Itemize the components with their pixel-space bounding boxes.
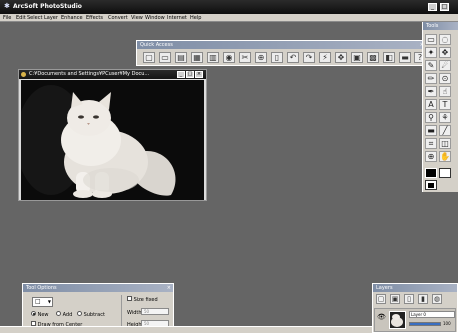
smudge-tool-icon[interactable]: ☝ [439, 86, 451, 97]
tools-header[interactable]: Tools [423, 22, 458, 30]
pencil-tool-icon[interactable]: ✏ [425, 73, 437, 84]
dropper-tool-icon[interactable]: ⚲ [425, 112, 437, 123]
document-icon [21, 72, 26, 77]
menu-file[interactable]: File [3, 14, 11, 22]
visibility-icon[interactable]: 👁 [377, 313, 386, 321]
status-bar [0, 326, 372, 333]
width-field[interactable]: 50 [141, 308, 169, 315]
save-icon[interactable]: ▤ [175, 52, 187, 63]
resize-icon[interactable]: ✥ [335, 52, 347, 63]
mode-subtract-radio[interactable]: Subtract [77, 311, 105, 318]
airbrush-tool-icon[interactable]: ☄ [439, 60, 451, 71]
document-window: C:¥Documents and Settings¥PCuser¥My Docu… [18, 69, 207, 201]
web-icon[interactable]: ◧ [383, 52, 395, 63]
app-title: ArcSoft PhotoStudio [13, 3, 82, 10]
undo-icon[interactable]: ↶ [287, 52, 299, 63]
slideshow-icon[interactable]: ▣ [351, 52, 363, 63]
magic-wand-tool-icon[interactable]: ✦ [425, 47, 437, 58]
cut-icon[interactable]: ✂ [239, 52, 251, 63]
document-minimize-button[interactable]: _ [177, 71, 185, 78]
layer-row[interactable]: 👁 Layer 0 100 [374, 308, 456, 332]
eraser-tool-icon[interactable]: ◫ [439, 138, 451, 149]
pen-tool-icon[interactable]: ✒ [425, 86, 437, 97]
menu-window[interactable]: Window [145, 14, 165, 22]
menu-enhance[interactable]: Enhance [61, 14, 83, 22]
menu-help[interactable]: Help [190, 14, 201, 22]
tool-options-title: Tool Options [26, 285, 57, 291]
email-icon[interactable]: ◉ [223, 52, 235, 63]
color-reset-inner [428, 183, 434, 188]
tool-options-close-button[interactable]: × [167, 284, 171, 292]
menu-effects[interactable]: Effects [86, 14, 103, 22]
new-layer-icon[interactable]: ▢ [376, 294, 386, 304]
opacity-value: 100 [443, 321, 451, 326]
marquee-tool-icon[interactable]: ▭ [425, 34, 437, 45]
fill-tool-icon[interactable]: ⚘ [439, 112, 451, 123]
new-icon[interactable]: ▢ [143, 52, 155, 63]
gallery-icon[interactable]: ▩ [367, 52, 379, 63]
document-title: C:¥Documents and Settings¥PCuser¥My Docu… [29, 71, 150, 77]
menu-select[interactable]: Select [27, 14, 42, 22]
foreground-color-swatch[interactable] [425, 168, 437, 178]
lasso-tool-icon[interactable]: ◌ [439, 34, 451, 45]
wand-icon[interactable]: ⚡ [319, 52, 331, 63]
cat-photo [21, 80, 204, 200]
redo-icon[interactable]: ↷ [303, 52, 315, 63]
layers-header[interactable]: Layers [373, 284, 457, 292]
delete-layer-icon[interactable]: ◍ [432, 294, 442, 304]
opacity-slider[interactable] [409, 322, 441, 326]
background-color-swatch[interactable] [439, 168, 451, 178]
quick-access-title: Quick Access [140, 42, 173, 48]
opacity-fill [410, 323, 440, 325]
move-tool-icon[interactable]: ✥ [439, 47, 451, 58]
slideshow-strip-icon[interactable]: ▬ [399, 52, 411, 63]
scan-icon[interactable]: ▦ [191, 52, 203, 63]
layer-properties-icon[interactable]: ▯ [404, 294, 414, 304]
duplicate-layer-icon[interactable]: ▣ [390, 294, 400, 304]
text-tool-icon[interactable]: T [439, 99, 451, 110]
image-canvas[interactable] [21, 80, 204, 200]
line-tool-icon[interactable]: ╱ [439, 125, 451, 136]
quick-access-panel: Quick Access × ▢ ▭ ▤ ▦ ▥ ◉ ✂ ⊕ ▯ ↶ ↷ ⚡ ✥… [136, 40, 428, 66]
mode-add-radio[interactable]: Add [56, 311, 72, 318]
zoom-tool-icon[interactable]: ⊕ [425, 151, 437, 162]
layer-thumbnail [389, 311, 406, 329]
mode-new-radio[interactable]: New [31, 311, 49, 318]
menu-layer[interactable]: Layer [44, 14, 58, 22]
chevron-down-icon: ▼ [47, 299, 51, 304]
app-logo-icon: ✱ [4, 2, 10, 10]
clone-tool-icon[interactable]: ⊙ [439, 73, 451, 84]
app-titlebar: ✱ ArcSoft PhotoStudio _ □ [0, 0, 458, 14]
tools-panel: Tools ▭ ◌ ✦ ✥ ✎ ☄ ✏ ⊙ ✒ ☝ A T ⚲ ⚘ ▬ ╱ ⌗ … [422, 22, 458, 192]
document-close-button[interactable]: × [195, 71, 203, 78]
document-maximize-button[interactable]: □ [186, 71, 194, 78]
menu-edit[interactable]: Edit [16, 14, 26, 22]
menu-internet[interactable]: Internet [167, 14, 187, 22]
shape-tool-icon[interactable]: ▬ [425, 125, 437, 136]
crop-tool-icon[interactable]: ⌗ [425, 138, 437, 149]
size-fixed-checkbox[interactable]: Size fixed [127, 296, 158, 303]
print-icon[interactable]: ▥ [207, 52, 219, 63]
quick-access-header[interactable]: Quick Access × [137, 41, 427, 49]
hand-tool-icon[interactable]: ✋ [439, 151, 451, 162]
brush-tool-icon[interactable]: ✎ [425, 60, 437, 71]
copy-icon[interactable]: ⊕ [255, 52, 267, 63]
merge-layer-icon[interactable]: ▮ [418, 294, 428, 304]
tool-options-header[interactable]: Tool Options × [23, 284, 173, 292]
open-icon[interactable]: ▭ [159, 52, 171, 63]
layers-panel: Layers ▢ ▣ ▯ ▮ ◍ 👁 Layer 0 100 [372, 283, 458, 333]
paste-icon[interactable]: ▯ [271, 52, 283, 63]
menu-convert[interactable]: Convert [108, 14, 128, 22]
shape-preview: □ [35, 298, 41, 305]
layer-name[interactable]: Layer 0 [409, 311, 455, 318]
menu-view[interactable]: View [131, 14, 143, 22]
minimize-button[interactable]: _ [428, 3, 437, 11]
text-marker-tool-icon[interactable]: A [425, 99, 437, 110]
shape-selector[interactable]: □ ▼ [32, 297, 53, 307]
menu-bar: File Edit Select Layer Enhance Effects C… [0, 14, 458, 22]
maximize-button[interactable]: □ [440, 3, 449, 11]
